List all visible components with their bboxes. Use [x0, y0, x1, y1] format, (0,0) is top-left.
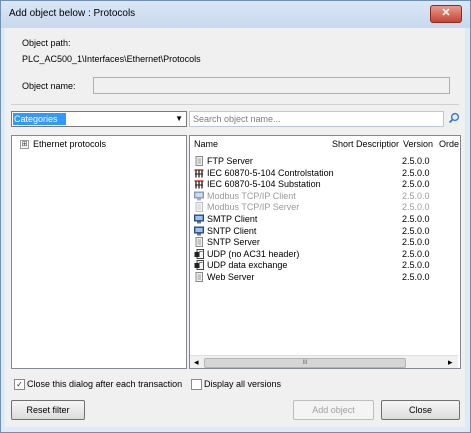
table-row[interactable]: IEC 60870-5-104 Controlstation 2.5.0.0 — [190, 167, 458, 179]
row-version: 2.5.0.0 — [402, 260, 430, 271]
row-version: 2.5.0.0 — [402, 237, 430, 248]
table-row[interactable]: Modbus TCP/IP Server 2.5.0.0 — [190, 201, 458, 213]
row-name: IEC 60870-5-104 Substation — [207, 179, 321, 190]
close-after-checkbox[interactable]: ✓ — [14, 379, 25, 390]
title-bar[interactable]: Add object below : Protocols ✕ — [1, 1, 470, 28]
dialog-body: Object path: PLC_AC500_1\Interfaces\Ethe… — [5, 28, 465, 427]
divider — [11, 104, 459, 105]
horizontal-scrollbar[interactable]: ◂ III ▸ — [190, 355, 458, 368]
column-header-name[interactable]: Name — [190, 136, 329, 153]
search-input[interactable]: Search object name... — [189, 111, 444, 127]
row-name: IEC 60870-5-104 Controlstation — [207, 167, 334, 178]
object-name-field[interactable] — [93, 77, 450, 94]
document-icon — [194, 272, 204, 282]
row-version: 2.5.0.0 — [402, 179, 430, 190]
scrollbar-thumb[interactable]: III — [204, 358, 406, 368]
category-tree[interactable]: ⊞ Ethernet protocols — [11, 135, 187, 369]
tree-item[interactable]: ⊞ Ethernet protocols — [12, 136, 182, 150]
table-row[interactable]: SMTP Client 2.5.0.0 — [190, 213, 458, 225]
row-version: 2.5.0.0 — [402, 156, 430, 166]
check-icon: ✓ — [16, 380, 23, 389]
object-name-label: Object name: — [22, 81, 76, 91]
udp-icon — [194, 260, 204, 271]
udp-icon — [194, 248, 204, 259]
network-tree-icon — [194, 179, 204, 189]
display-all-versions-label: Display all versions — [204, 379, 282, 389]
column-header-version[interactable]: Version — [399, 136, 436, 153]
row-version: 2.5.0.0 — [402, 225, 430, 236]
row-version: 2.5.0.0 — [402, 248, 430, 259]
close-window-button[interactable]: ✕ — [430, 5, 462, 23]
monitor-icon — [194, 226, 204, 236]
chevron-down-icon: ▼ — [175, 114, 183, 123]
table-row[interactable]: SNTP Client 2.5.0.0 — [190, 225, 458, 237]
expand-icon[interactable]: ⊞ — [20, 140, 29, 149]
scroll-left-icon[interactable]: ◂ — [194, 357, 199, 368]
reset-filter-button[interactable]: Reset filter — [11, 400, 85, 420]
column-header-order[interactable]: Orde — [435, 136, 460, 153]
tree-item-label: Ethernet protocols — [33, 139, 107, 149]
document-icon — [194, 202, 204, 213]
table-row[interactable]: Modbus TCP/IP Client 2.5.0.0 — [190, 190, 458, 202]
row-name: SMTP Client — [207, 214, 258, 224]
table-row[interactable]: UDP (no AC31 header) 2.5.0.0 — [190, 248, 458, 260]
object-path-value: PLC_AC500_1\Interfaces\Ethernet\Protocol… — [22, 54, 201, 64]
object-list[interactable]: Name Short Description Version Orde FTP … — [189, 135, 461, 369]
categories-dropdown[interactable]: Categories ▼ — [11, 111, 187, 127]
dialog-title: Add object below : Protocols — [9, 8, 136, 19]
add-object-button[interactable]: Add object — [293, 400, 374, 420]
row-name: UDP (no AC31 header) — [207, 248, 300, 259]
document-icon — [194, 237, 204, 248]
row-version: 2.5.0.0 — [402, 272, 430, 282]
close-after-label: Close this dialog after each transaction — [27, 379, 183, 389]
object-path-label: Object path: — [22, 38, 71, 48]
column-header-description[interactable]: Short Description — [328, 136, 400, 153]
table-row[interactable]: UDP data exchange 2.5.0.0 — [190, 259, 458, 271]
row-name: Web Server — [207, 272, 255, 282]
monitor-icon — [194, 191, 204, 201]
document-icon — [194, 156, 204, 166]
table-row[interactable]: FTP Server 2.5.0.0 — [190, 155, 458, 167]
table-row[interactable]: Web Server 2.5.0.0 — [190, 271, 458, 283]
categories-selected: Categories — [13, 113, 66, 125]
search-placeholder: Search object name... — [193, 114, 281, 124]
display-all-versions-checkbox[interactable] — [191, 379, 202, 390]
close-icon: ✕ — [441, 7, 451, 19]
row-version: 2.5.0.0 — [402, 190, 430, 201]
row-name: Modbus TCP/IP Server — [207, 202, 300, 213]
row-name: FTP Server — [207, 156, 253, 166]
row-name: Modbus TCP/IP Client — [207, 190, 296, 201]
row-version: 2.5.0.0 — [402, 167, 430, 178]
dialog-window: Add object below : Protocols ✕ Object pa… — [0, 0, 471, 433]
table-row[interactable]: IEC 60870-5-104 Substation 2.5.0.0 — [190, 178, 458, 190]
monitor-icon — [194, 214, 204, 224]
row-version: 2.5.0.0 — [402, 214, 430, 224]
search-icon[interactable] — [448, 112, 460, 124]
row-name: SNTP Server — [207, 237, 260, 248]
table-row[interactable]: SNTP Server 2.5.0.0 — [190, 236, 458, 248]
row-version: 2.5.0.0 — [402, 202, 430, 213]
thumb-grip: III — [302, 360, 308, 366]
close-button[interactable]: Close — [381, 400, 460, 420]
scroll-right-icon[interactable]: ▸ — [448, 357, 453, 368]
row-name: SNTP Client — [207, 225, 257, 236]
network-tree-icon — [194, 168, 204, 178]
row-name: UDP data exchange — [207, 260, 288, 271]
